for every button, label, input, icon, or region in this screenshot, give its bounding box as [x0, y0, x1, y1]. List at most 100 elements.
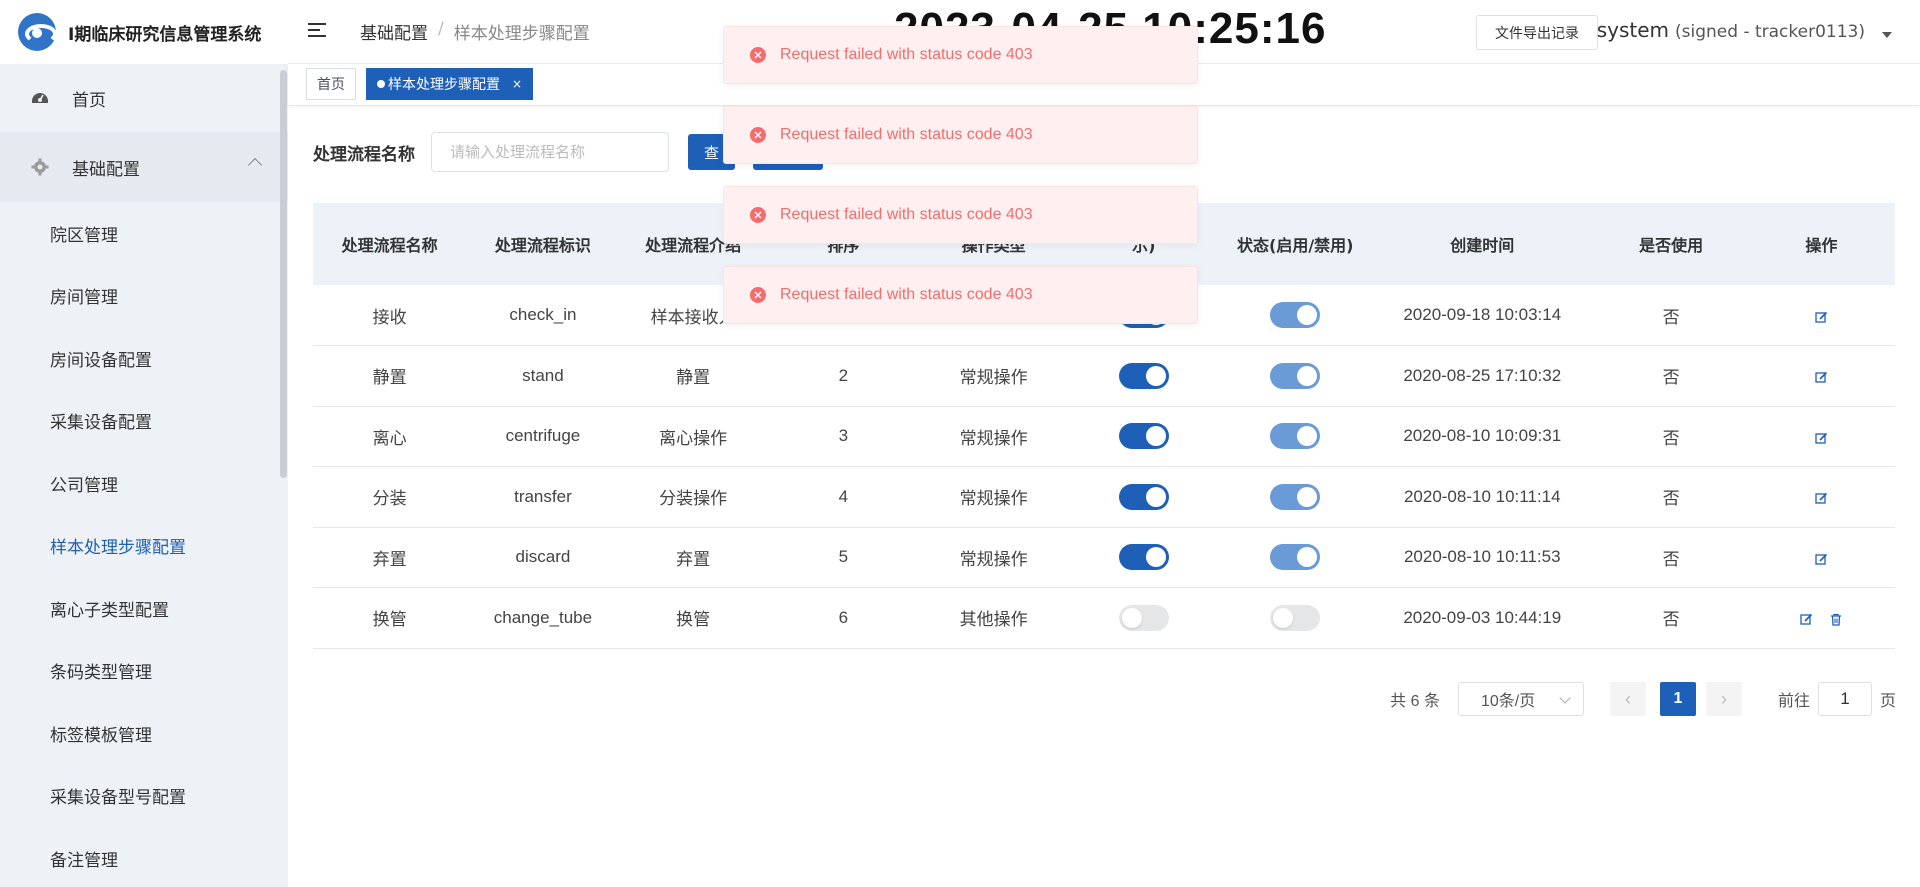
tab-label: 样本处理步骤配置 [388, 77, 500, 93]
gear-icon [30, 157, 50, 177]
total-count: 共 6 条 [1390, 693, 1440, 710]
sidebar-item[interactable]: 采集设备型号配置 [0, 765, 288, 828]
display-toggle-switch[interactable] [1118, 544, 1169, 571]
status-toggle-switch[interactable] [1270, 604, 1321, 631]
column-header: 创建时间 [1370, 203, 1595, 285]
process-name-input[interactable] [431, 132, 669, 172]
error-message: Request failed with status code 403 [780, 126, 1033, 143]
cell-process-intro: 静置 [619, 345, 767, 407]
chevron-up-icon [247, 157, 263, 173]
error-message: Request failed with status code 403 [780, 286, 1033, 303]
caret-down-icon[interactable] [1882, 32, 1892, 38]
cell-created-time: 2020-08-10 10:11:53 [1370, 527, 1595, 588]
error-icon: ✕ [750, 47, 766, 63]
delete-icon[interactable] [1829, 611, 1843, 626]
cell-actions [1747, 285, 1895, 346]
table-row: 分装 transfer 分装操作 4 常规操作 2020-08-10 10:11:14 否 [313, 466, 1895, 528]
display-toggle-switch[interactable] [1118, 604, 1169, 631]
sidebar-scrollbar[interactable] [280, 70, 287, 478]
table-row: 静置 stand 静置 2 常规操作 2020-08-25 17:10:32 否 [313, 345, 1895, 407]
status-toggle-switch[interactable] [1270, 483, 1321, 510]
error-message: Request failed with status code 403 [780, 46, 1033, 63]
error-toast: ✕ Request failed with status code 403 [723, 26, 1198, 84]
cell-status-toggle [1220, 466, 1371, 528]
sidebar-item[interactable]: 条码类型管理 [0, 640, 288, 703]
sidebar-item[interactable]: 样本处理步骤配置 [0, 515, 288, 578]
error-toast: ✕ Request failed with status code 403 [723, 106, 1198, 164]
cell-display-toggle [1067, 345, 1221, 407]
goto-page-input[interactable] [1817, 682, 1872, 716]
prev-page-button[interactable]: ‹ [1609, 682, 1646, 716]
cell-in-use: 否 [1594, 466, 1748, 528]
sidebar-item[interactable]: 公司管理 [0, 452, 288, 515]
sidebar-submenu: 院区管理 房间管理 房间设备配置 采集设备配置 公司管理 样本处理步骤配置 离心子类型配置条… [0, 202, 288, 887]
status-toggle-switch[interactable] [1270, 362, 1321, 389]
cell-operation-type: 常规操作 [920, 527, 1068, 588]
sidebar-item[interactable]: 房间管理 [0, 265, 288, 328]
column-header: 是否使用 [1594, 203, 1748, 285]
table-row: 弃置 discard 弃置 5 常规操作 2020-08-10 10:11:53 否 [313, 527, 1895, 588]
error-message: Request failed with status code 403 [780, 206, 1033, 223]
cell-actions [1747, 527, 1895, 588]
edit-icon[interactable] [1814, 430, 1828, 444]
cell-operation-type: 常规操作 [920, 345, 1068, 407]
error-toast: ✕ Request failed with status code 403 [723, 266, 1198, 324]
status-toggle-switch[interactable] [1270, 544, 1321, 571]
edit-icon[interactable] [1799, 611, 1813, 625]
cell-process-intro: 分装操作 [619, 466, 767, 528]
cell-status-toggle [1220, 285, 1371, 346]
cell-process-code: stand [466, 345, 620, 407]
page-size-select[interactable]: 10条/页 [1457, 682, 1584, 716]
cell-process-intro: 换管 [619, 587, 767, 649]
cell-display-toggle [1067, 466, 1221, 528]
column-header: 操作 [1747, 203, 1895, 285]
display-toggle-switch[interactable] [1118, 423, 1169, 450]
status-toggle-switch[interactable] [1270, 302, 1321, 328]
sidebar-item[interactable]: 标签模板管理 [0, 702, 288, 765]
app-title: I期临床研究信息管理系统 [68, 24, 262, 45]
cell-process-name: 静置 [313, 345, 467, 407]
edit-icon[interactable] [1814, 490, 1828, 504]
cell-actions [1747, 345, 1895, 407]
export-records-button[interactable]: 文件导出记录 [1476, 15, 1598, 50]
cell-process-code: check_in [466, 285, 620, 346]
edit-icon[interactable] [1814, 369, 1828, 383]
username: system [1596, 18, 1670, 42]
sidebar-item[interactable]: 房间设备配置 [0, 327, 288, 390]
sidebar: I期临床研究信息管理系统 首页 基础配置 院区管理 房间管理 房间设备配置 采集设备配… [0, 0, 288, 887]
close-icon[interactable]: × [512, 77, 522, 91]
page-number-button[interactable]: 1 [1659, 682, 1696, 716]
breadcrumb-item[interactable]: 基础配置 [360, 19, 428, 44]
cell-sort: 5 [766, 527, 920, 588]
goto-label: 前往 [1777, 693, 1810, 710]
sidebar-item-home[interactable]: 首页 [0, 64, 288, 132]
cell-process-intro: 离心操作 [619, 406, 767, 467]
cell-operation-type: 常规操作 [920, 466, 1068, 528]
table-row: 离心 centrifuge 离心操作 3 常规操作 2020-08-10 10:09:31… [313, 406, 1895, 467]
edit-icon[interactable] [1814, 309, 1828, 323]
sidebar-item[interactable]: 采集设备配置 [0, 390, 288, 453]
user-menu[interactable]: system (signed - tracker0113) [1597, 18, 1865, 42]
sidebar-item[interactable]: 离心子类型配置 [0, 577, 288, 640]
tab-sample-steps[interactable]: 样本处理步骤配置 × [366, 68, 534, 100]
tab-home[interactable]: 首页 [306, 68, 356, 100]
status-toggle-switch[interactable] [1270, 423, 1321, 450]
display-toggle-switch[interactable] [1118, 362, 1169, 389]
breadcrumb: 基础配置 / 样本处理步骤配置 [360, 19, 590, 44]
cell-process-name: 分装 [313, 466, 467, 528]
sidebar-group-basic-config[interactable]: 基础配置 [0, 132, 288, 202]
cell-process-code: discard [466, 527, 620, 588]
next-page-button[interactable]: › [1705, 682, 1742, 716]
cell-sort: 3 [766, 406, 920, 467]
table-row: 换管 change_tube 换管 6 其他操作 2020-09-03 10:44:19 否 [313, 587, 1895, 649]
display-toggle-switch[interactable] [1118, 483, 1169, 510]
user-detail: (signed - tracker0113) [1675, 22, 1865, 42]
cell-actions [1747, 406, 1895, 467]
sidebar-item[interactable]: 院区管理 [0, 202, 288, 265]
column-header: 状态(启用/禁用) [1220, 203, 1371, 285]
cell-display-toggle [1067, 587, 1221, 649]
sidebar-item[interactable]: 备注管理 [0, 827, 288, 887]
edit-icon[interactable] [1814, 551, 1828, 565]
sidebar-group-label: 基础配置 [72, 159, 140, 180]
menu-toggle-icon[interactable] [308, 22, 330, 41]
